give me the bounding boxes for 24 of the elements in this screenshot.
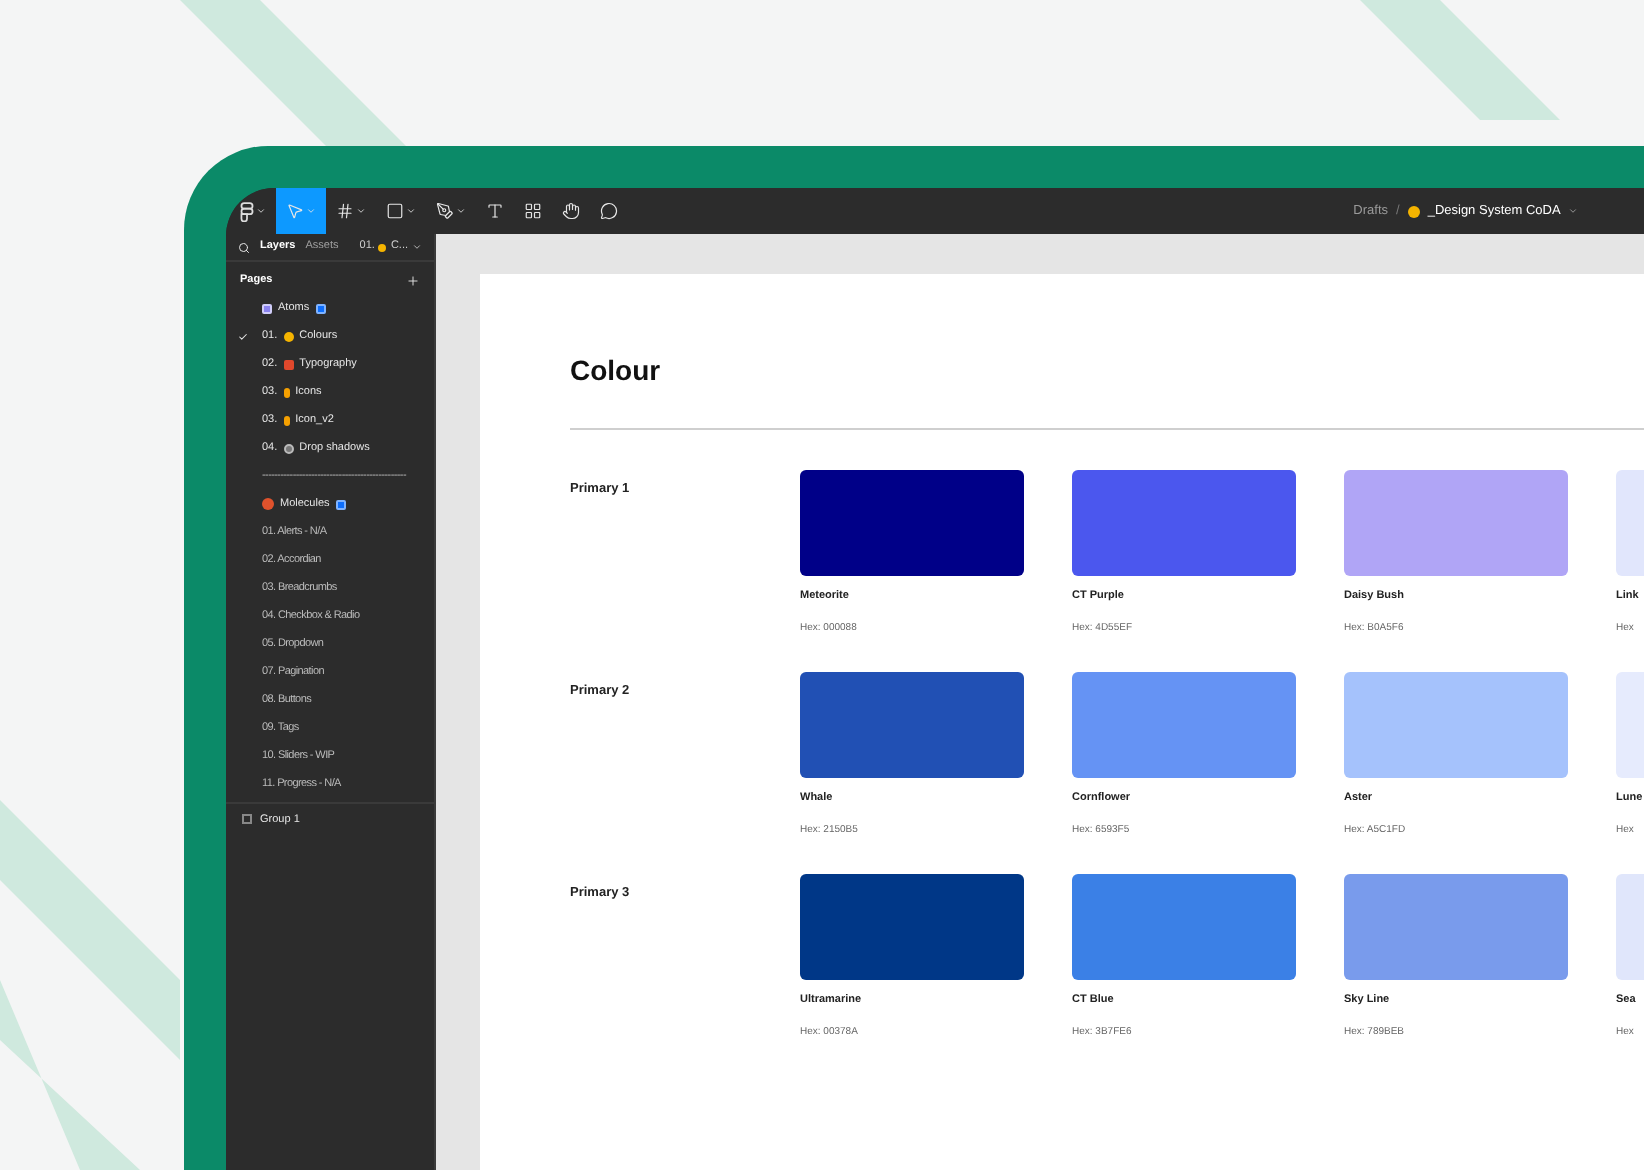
pointer-icon	[286, 202, 304, 220]
square-icon	[386, 202, 404, 220]
palette-icon	[378, 243, 387, 251]
figma-logo-icon	[240, 201, 254, 221]
add-page-icon[interactable]	[406, 273, 420, 288]
group-icon	[242, 814, 252, 825]
typography-icon	[283, 359, 294, 370]
spark-icon	[283, 387, 290, 398]
comment-icon	[600, 202, 618, 220]
pen-icon	[436, 202, 454, 220]
shadow-icon	[283, 443, 294, 454]
spark-icon	[283, 415, 290, 426]
search-icon[interactable]	[238, 241, 250, 253]
text-icon	[486, 202, 504, 220]
frame-title: Colour	[570, 352, 663, 390]
components-icon	[524, 202, 542, 220]
caret-icon	[412, 242, 422, 252]
atom-icon	[262, 303, 272, 314]
palette-icon	[283, 331, 294, 342]
frame-icon	[336, 202, 354, 220]
caret-icon	[1568, 206, 1579, 216]
molecule-icon	[262, 498, 274, 511]
hand-icon	[562, 202, 580, 220]
file-icon	[1407, 205, 1420, 217]
